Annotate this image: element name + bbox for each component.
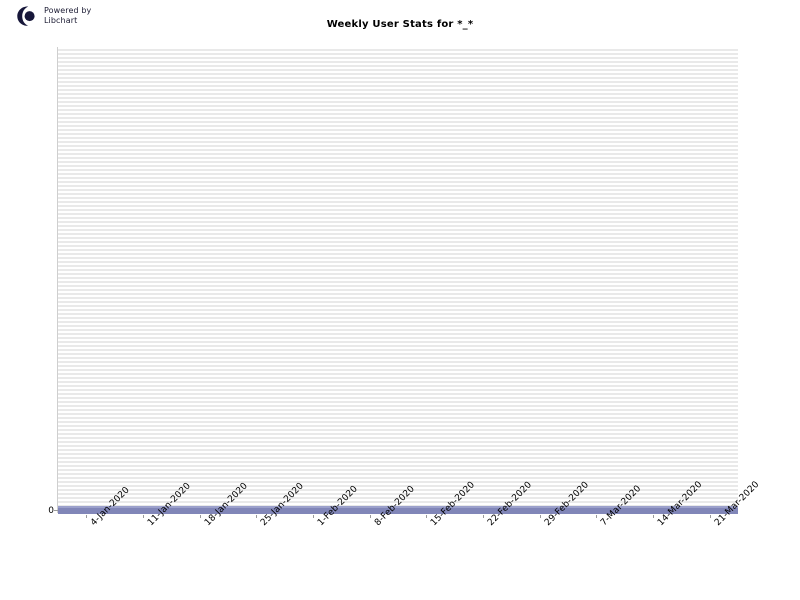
x-axis-label: 18-Jan-2020 [203, 481, 250, 529]
x-axis-label: 11-Jan-2020 [146, 481, 193, 529]
x-axis-label: 4-Jan-2020 [89, 485, 132, 529]
x-axis-label: 29-Feb-2020 [543, 480, 592, 529]
x-axis-label: 25-Jan-2020 [259, 481, 306, 529]
x-axis-labels: 4-Jan-2020 11-Jan-2020 18-Jan-2020 25-Jan-2… [0, 0, 800, 600]
x-axis-label: 1-Feb-2020 [316, 484, 360, 529]
x-axis-label: 15-Feb-2020 [429, 480, 478, 529]
x-axis-label: 21-Mar-2020 [713, 479, 762, 529]
x-axis-label: 8-Feb-2020 [373, 484, 417, 529]
x-axis-label: 14-Mar-2020 [656, 479, 705, 529]
x-axis-label: 22-Feb-2020 [486, 480, 535, 529]
x-axis-label: 7-Mar-2020 [599, 483, 644, 529]
